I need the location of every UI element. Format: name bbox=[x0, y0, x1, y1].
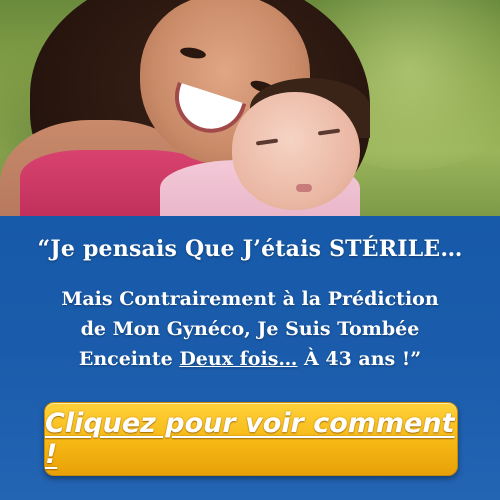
subheadline-line-2: de Mon Gynéco, Je Suis Tombée bbox=[80, 318, 420, 340]
subheadline-line-3-prefix: Enceinte bbox=[78, 348, 180, 370]
cta-button-label: Cliquez pour voir comment ! bbox=[45, 408, 455, 470]
baby-face bbox=[232, 92, 360, 210]
subheadline: Mais Contrairement à la Prédiction de Mo… bbox=[10, 284, 490, 374]
subheadline-line-1: Mais Contrairement à la Prédiction bbox=[61, 288, 439, 310]
ad-banner[interactable]: “Je pensais Que J’étais STÉRILE… Mais Co… bbox=[0, 0, 500, 500]
mother-and-baby-photo bbox=[0, 0, 500, 216]
baby-mouth bbox=[296, 184, 312, 192]
headline: “Je pensais Que J’étais STÉRILE… bbox=[37, 236, 463, 262]
subheadline-line-3-suffix: À 43 ans !” bbox=[297, 348, 422, 370]
blue-text-panel: “Je pensais Que J’étais STÉRILE… Mais Co… bbox=[0, 216, 500, 500]
subheadline-line-3: Enceinte Deux fois… À 43 ans !” bbox=[10, 344, 490, 374]
subheadline-emphasis: Deux fois… bbox=[179, 348, 298, 370]
cta-button[interactable]: Cliquez pour voir comment ! bbox=[44, 402, 458, 476]
